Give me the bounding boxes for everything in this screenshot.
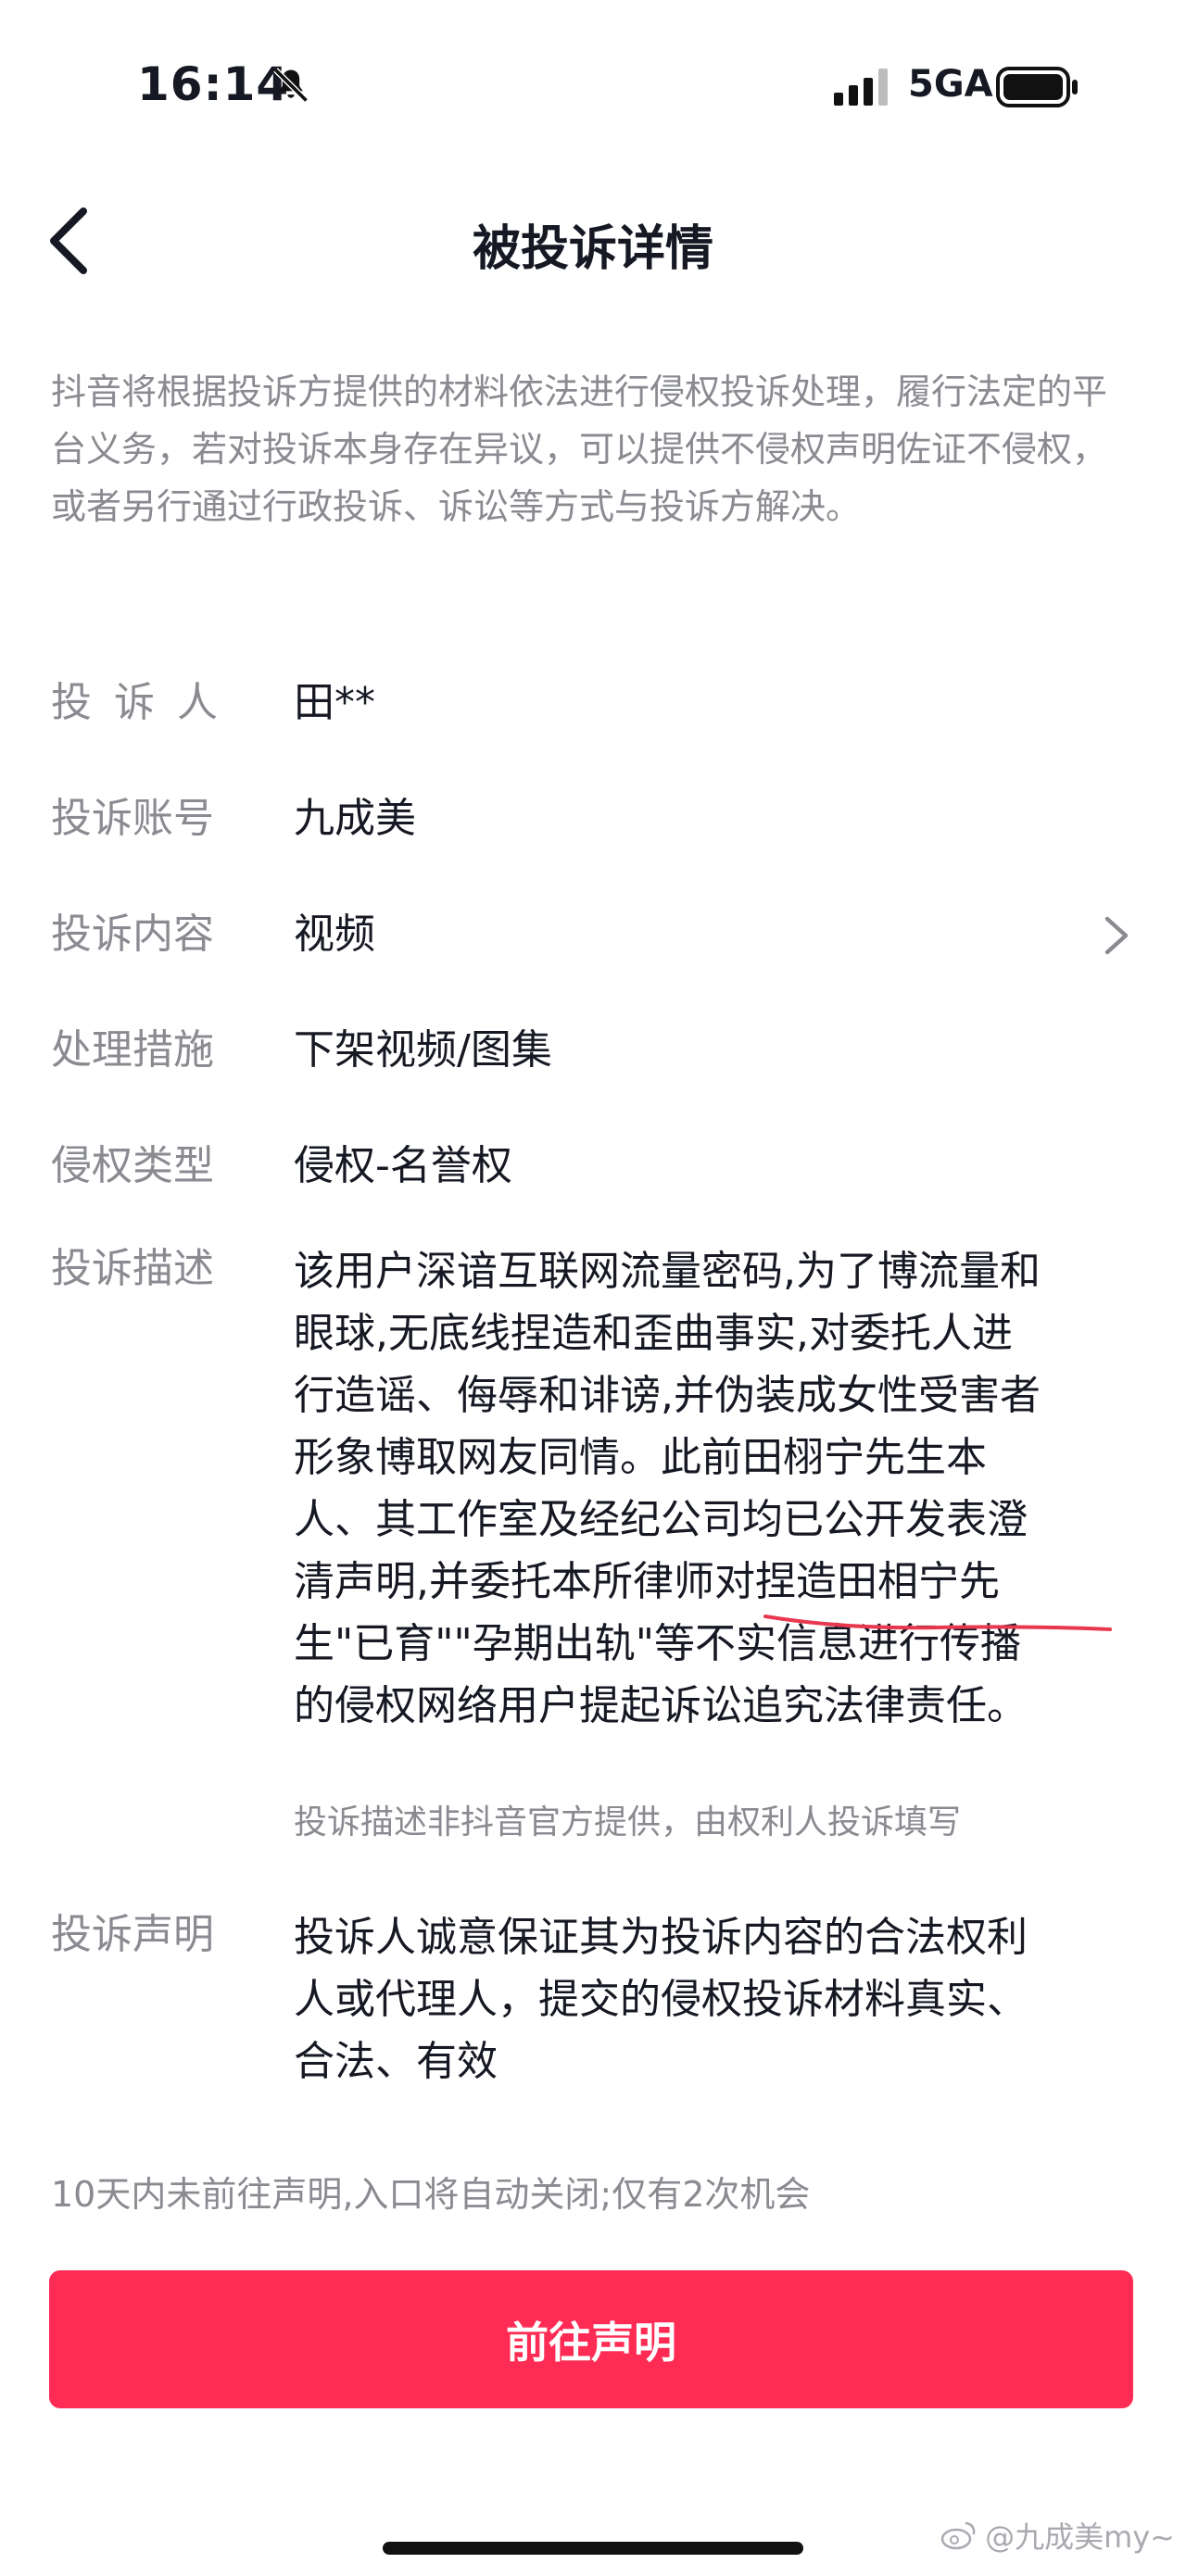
account-value: 九成美 bbox=[294, 795, 416, 842]
description-line: 清声明,并委托本所律师对捏造田相宁先 bbox=[294, 1558, 1000, 1605]
description-line: 眼球,无底线捏造和歪曲事实,对委托人进 bbox=[294, 1310, 1013, 1357]
home-indicator[interactable] bbox=[383, 2542, 803, 2555]
statement-line: 人或代理人，提交的侵权投诉材料真实、 bbox=[294, 1976, 1028, 2023]
go-declare-button[interactable]: 前往声明 bbox=[49, 2270, 1133, 2408]
infringement-type-label: 侵权类型 bbox=[51, 1142, 214, 1189]
complainant-value: 田** bbox=[294, 679, 375, 726]
page-title: 被投诉详情 bbox=[472, 221, 713, 277]
deadline-text: 10天内未前往声明,入口将自动关闭;仅有2次机会 bbox=[51, 2174, 811, 2215]
content-value: 视频 bbox=[294, 911, 375, 958]
platform-notice: 抖音将根据投诉方提供的材料依法进行侵权投诉处理，履行法定的平台义务，若对投诉本身… bbox=[51, 371, 1108, 527]
measure-value: 下架视频/图集 bbox=[294, 1026, 552, 1074]
complainant-label: 投诉人 bbox=[51, 679, 240, 726]
mute-bell-icon bbox=[273, 68, 309, 103]
measure-label: 处理措施 bbox=[51, 1026, 214, 1074]
watermark-text: @九成美my~ bbox=[985, 2519, 1175, 2555]
statement-line: 投诉人诚意保证其为投诉内容的合法权利 bbox=[294, 1914, 1028, 1961]
statement-text: 投诉人诚意保证其为投诉内容的合法权利 人或代理人，提交的侵权投诉材料真实、 合法… bbox=[294, 1906, 1174, 2092]
description-note: 投诉描述非抖音官方提供，由权利人投诉填写 bbox=[294, 1803, 962, 1841]
status-bar: 16:14 5GA bbox=[0, 0, 1186, 167]
description-line: 该用户深谙互联网流量密码,为了博流量和 bbox=[294, 1248, 1041, 1295]
content-row[interactable]: 投诉内容 视频 bbox=[51, 906, 1135, 963]
watermark: @九成美my~ bbox=[940, 2514, 1175, 2557]
description-line: 形象博取网友同情。此前田栩宁先生本 bbox=[294, 1434, 987, 1481]
nav-bar: 被投诉详情 bbox=[0, 185, 1186, 296]
weibo-logo-icon bbox=[940, 2521, 976, 2550]
description-line: 生"已育""孕期出轨"等不实信息进行传播 bbox=[294, 1620, 1021, 1667]
signal-icon bbox=[834, 69, 888, 106]
account-label: 投诉账号 bbox=[51, 795, 214, 842]
description-text: 该用户深谙互联网流量密码,为了博流量和 眼球,无底线捏造和歪曲事实,对委托人进 … bbox=[294, 1240, 1174, 1737]
statement-line: 合法、有效 bbox=[294, 2038, 498, 2085]
description-line: 行造谣、侮辱和诽谤,并伪装成女性受害者 bbox=[294, 1372, 1041, 1419]
description-line: 的侵权网络用户提起诉讼追究法律责任。 bbox=[294, 1682, 1028, 1729]
description-line: 人、其工作室及经纪公司均已公开发表澄 bbox=[294, 1496, 1028, 1543]
chevron-right-icon[interactable] bbox=[1098, 913, 1135, 958]
status-time: 16:14 bbox=[137, 57, 290, 111]
network-type: 5GA bbox=[908, 63, 993, 106]
battery-icon bbox=[996, 67, 1078, 107]
infringement-type-value: 侵权-名誉权 bbox=[294, 1142, 512, 1189]
content-label: 投诉内容 bbox=[51, 911, 214, 958]
statement-label: 投诉声明 bbox=[51, 1911, 214, 1958]
description-label: 投诉描述 bbox=[51, 1245, 214, 1292]
